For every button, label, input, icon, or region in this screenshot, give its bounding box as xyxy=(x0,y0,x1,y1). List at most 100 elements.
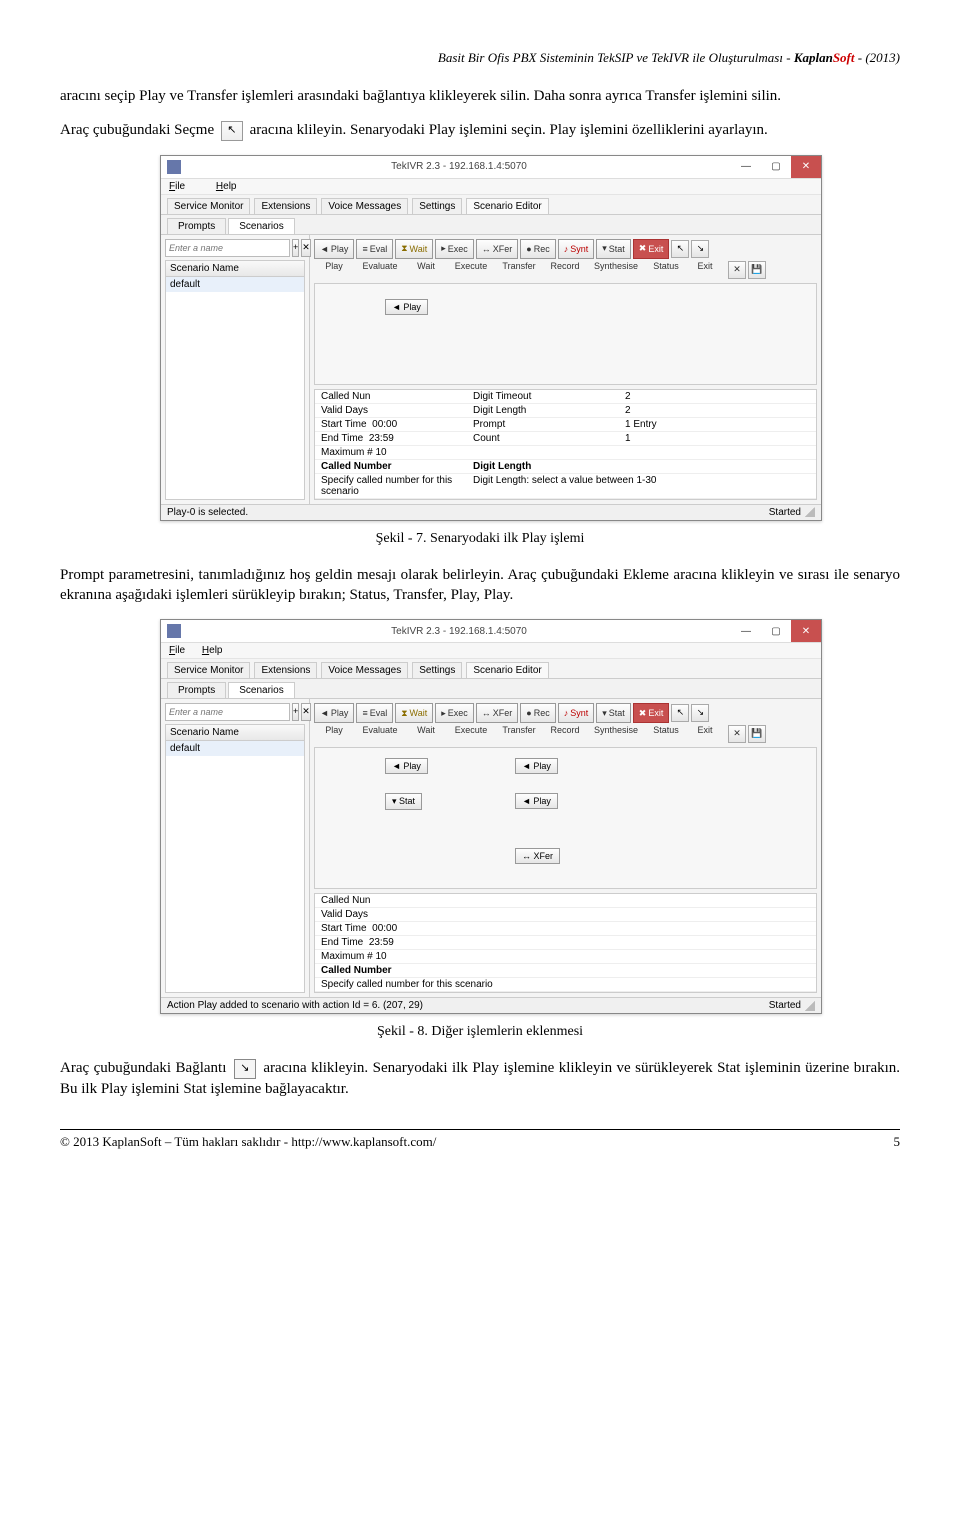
menu-file[interactable]: File xyxy=(169,181,199,192)
action-synt[interactable]: ♪ Synt xyxy=(558,239,595,259)
maximize-button[interactable]: ▢ xyxy=(761,156,791,178)
action-exit[interactable]: ✖ Exit xyxy=(633,703,670,723)
canvas-node-play-3[interactable]: ◄ Play xyxy=(515,793,558,809)
link-tool-button[interactable]: ↘ xyxy=(691,240,709,258)
tab-extensions[interactable]: Extensions xyxy=(254,662,317,678)
tab-scenario-editor[interactable]: Scenario Editor xyxy=(466,662,548,678)
canvas-node-xfer[interactable]: ↔ XFer xyxy=(515,848,560,864)
search-input[interactable] xyxy=(165,703,290,721)
titlebar: TekIVR 2.3 - 192.168.1.4:5070 — ▢ ✕ xyxy=(161,620,821,643)
action-stat[interactable]: ▾ Stat xyxy=(596,239,631,259)
list-item[interactable]: default xyxy=(166,741,304,756)
cursor-icon: ↖ xyxy=(221,121,243,141)
tab-scenario-editor[interactable]: Scenario Editor xyxy=(466,198,548,214)
menubar: File Help xyxy=(161,179,821,195)
subtab-scenarios[interactable]: Scenarios xyxy=(228,682,294,698)
scenario-list: Scenario Name default xyxy=(165,724,305,993)
action-exec[interactable]: ▸ Exec xyxy=(435,239,474,259)
properties-panel: Called Nun Valid Days Start Time 00:00 E… xyxy=(314,893,817,993)
window-title: TekIVR 2.3 - 192.168.1.4:5070 xyxy=(187,626,731,637)
right-pane: ◄ Play ≡ Eval ⧗ Wait ▸ Exec ↔ XFer ● Rec… xyxy=(310,235,821,504)
list-header: Scenario Name xyxy=(166,725,304,741)
action-exec[interactable]: ▸ Exec xyxy=(435,703,474,723)
tab-service-monitor[interactable]: Service Monitor xyxy=(167,662,250,678)
action-rec[interactable]: ● Rec xyxy=(520,239,555,259)
action-rec[interactable]: ● Rec xyxy=(520,703,555,723)
action-xfer[interactable]: ↔ XFer xyxy=(476,703,519,723)
main-tabs: Service Monitor Extensions Voice Message… xyxy=(161,195,821,215)
resize-grip-icon[interactable] xyxy=(805,507,815,517)
link-tool-icon: ↘ xyxy=(234,1059,256,1079)
statusbar: Action Play added to scenario with actio… xyxy=(161,997,821,1013)
action-play[interactable]: ◄ Play xyxy=(314,239,354,259)
action-play[interactable]: ◄ Play xyxy=(314,703,354,723)
menubar: File Help xyxy=(161,643,821,659)
subtab-scenarios[interactable]: Scenarios xyxy=(228,218,294,234)
resize-grip-icon[interactable] xyxy=(805,1001,815,1011)
menu-help[interactable]: Help xyxy=(202,645,223,656)
save-button[interactable]: 💾 xyxy=(748,725,766,743)
right-pane: ◄ Play ≡ Eval ⧗ Wait ▸ Exec ↔ XFer ● Rec… xyxy=(310,699,821,997)
left-pane: + ✕ Scenario Name default xyxy=(161,235,310,504)
delete-action-button[interactable]: ✕ xyxy=(728,725,746,743)
add-scenario-button[interactable]: + xyxy=(292,703,299,721)
caption-1: Şekil - 7. Senaryodaki ilk Play işlemi xyxy=(60,531,900,547)
search-input[interactable] xyxy=(165,239,290,257)
tab-voice-messages[interactable]: Voice Messages xyxy=(321,198,408,214)
status-left: Action Play added to scenario with actio… xyxy=(167,1000,423,1011)
maximize-button[interactable]: ▢ xyxy=(761,620,791,642)
footer-left: © 2013 KaplanSoft – Tüm hakları saklıdır… xyxy=(60,1134,436,1150)
status-right: Started xyxy=(769,507,801,518)
left-pane: + ✕ Scenario Name default xyxy=(161,699,310,997)
app-window-2: TekIVR 2.3 - 192.168.1.4:5070 — ▢ ✕ File… xyxy=(160,619,822,1014)
tab-settings[interactable]: Settings xyxy=(412,662,462,678)
action-wait[interactable]: ⧗ Wait xyxy=(395,703,433,723)
paragraph-3: Prompt parametresini, tanımladığınız hoş… xyxy=(60,565,900,606)
close-button[interactable]: ✕ xyxy=(791,156,821,178)
minimize-button[interactable]: — xyxy=(731,620,761,642)
tab-voice-messages[interactable]: Voice Messages xyxy=(321,662,408,678)
tab-settings[interactable]: Settings xyxy=(412,198,462,214)
actions-toolbar: ◄ Play ≡ Eval ⧗ Wait ▸ Exec ↔ XFer ● Rec… xyxy=(314,703,817,723)
action-xfer[interactable]: ↔ XFer xyxy=(476,239,519,259)
action-eval[interactable]: ≡ Eval xyxy=(356,239,393,259)
app-window-1: TekIVR 2.3 - 192.168.1.4:5070 — ▢ ✕ File… xyxy=(160,155,822,521)
select-tool-button[interactable]: ↖ xyxy=(671,240,689,258)
tab-extensions[interactable]: Extensions xyxy=(254,198,317,214)
action-synt[interactable]: ♪ Synt xyxy=(558,703,595,723)
menu-file[interactable]: File xyxy=(169,645,185,656)
link-tool-button[interactable]: ↘ xyxy=(691,704,709,722)
scenario-canvas[interactable]: ◄ Play ◄ Play ▾ Stat ◄ Play ↔ XFer xyxy=(314,747,817,889)
save-button[interactable]: 💾 xyxy=(748,261,766,279)
canvas-node-play[interactable]: ◄ Play xyxy=(385,299,428,315)
properties-panel: Called Nun Digit Timeout 2 Valid Days Di… xyxy=(314,389,817,500)
statusbar: Play-0 is selected. Started xyxy=(161,504,821,520)
menu-help[interactable]: Help xyxy=(216,181,251,192)
scenario-canvas[interactable]: ◄ Play xyxy=(314,283,817,385)
minimize-button[interactable]: — xyxy=(731,156,761,178)
paragraph-2: Araç çubuğundaki Seçme ↖ aracına klileyi… xyxy=(60,120,900,141)
list-item[interactable]: default xyxy=(166,277,304,292)
select-tool-button[interactable]: ↖ xyxy=(671,704,689,722)
delete-action-button[interactable]: ✕ xyxy=(728,261,746,279)
main-tabs: Service Monitor Extensions Voice Message… xyxy=(161,659,821,679)
list-header: Scenario Name xyxy=(166,261,304,277)
close-button[interactable]: ✕ xyxy=(791,620,821,642)
add-scenario-button[interactable]: + xyxy=(292,239,299,257)
subtab-prompts[interactable]: Prompts xyxy=(167,218,226,234)
canvas-node-stat[interactable]: ▾ Stat xyxy=(385,793,422,810)
action-eval[interactable]: ≡ Eval xyxy=(356,703,393,723)
paragraph-4: Araç çubuğundaki Bağlantı ↘ aracına klik… xyxy=(60,1058,900,1099)
header-year: - (2013) xyxy=(855,50,901,65)
action-wait[interactable]: ⧗ Wait xyxy=(395,239,433,259)
subtab-prompts[interactable]: Prompts xyxy=(167,682,226,698)
page-header: Basit Bir Ofis PBX Sisteminin TekSIP ve … xyxy=(60,50,900,66)
window-title: TekIVR 2.3 - 192.168.1.4:5070 xyxy=(187,161,731,172)
canvas-node-play-1[interactable]: ◄ Play xyxy=(385,758,428,774)
canvas-node-play-2[interactable]: ◄ Play xyxy=(515,758,558,774)
action-exit[interactable]: ✖ Exit xyxy=(633,239,670,259)
action-stat[interactable]: ▾ Stat xyxy=(596,703,631,723)
titlebar: TekIVR 2.3 - 192.168.1.4:5070 — ▢ ✕ xyxy=(161,156,821,179)
scenario-list: Scenario Name default xyxy=(165,260,305,500)
tab-service-monitor[interactable]: Service Monitor xyxy=(167,198,250,214)
